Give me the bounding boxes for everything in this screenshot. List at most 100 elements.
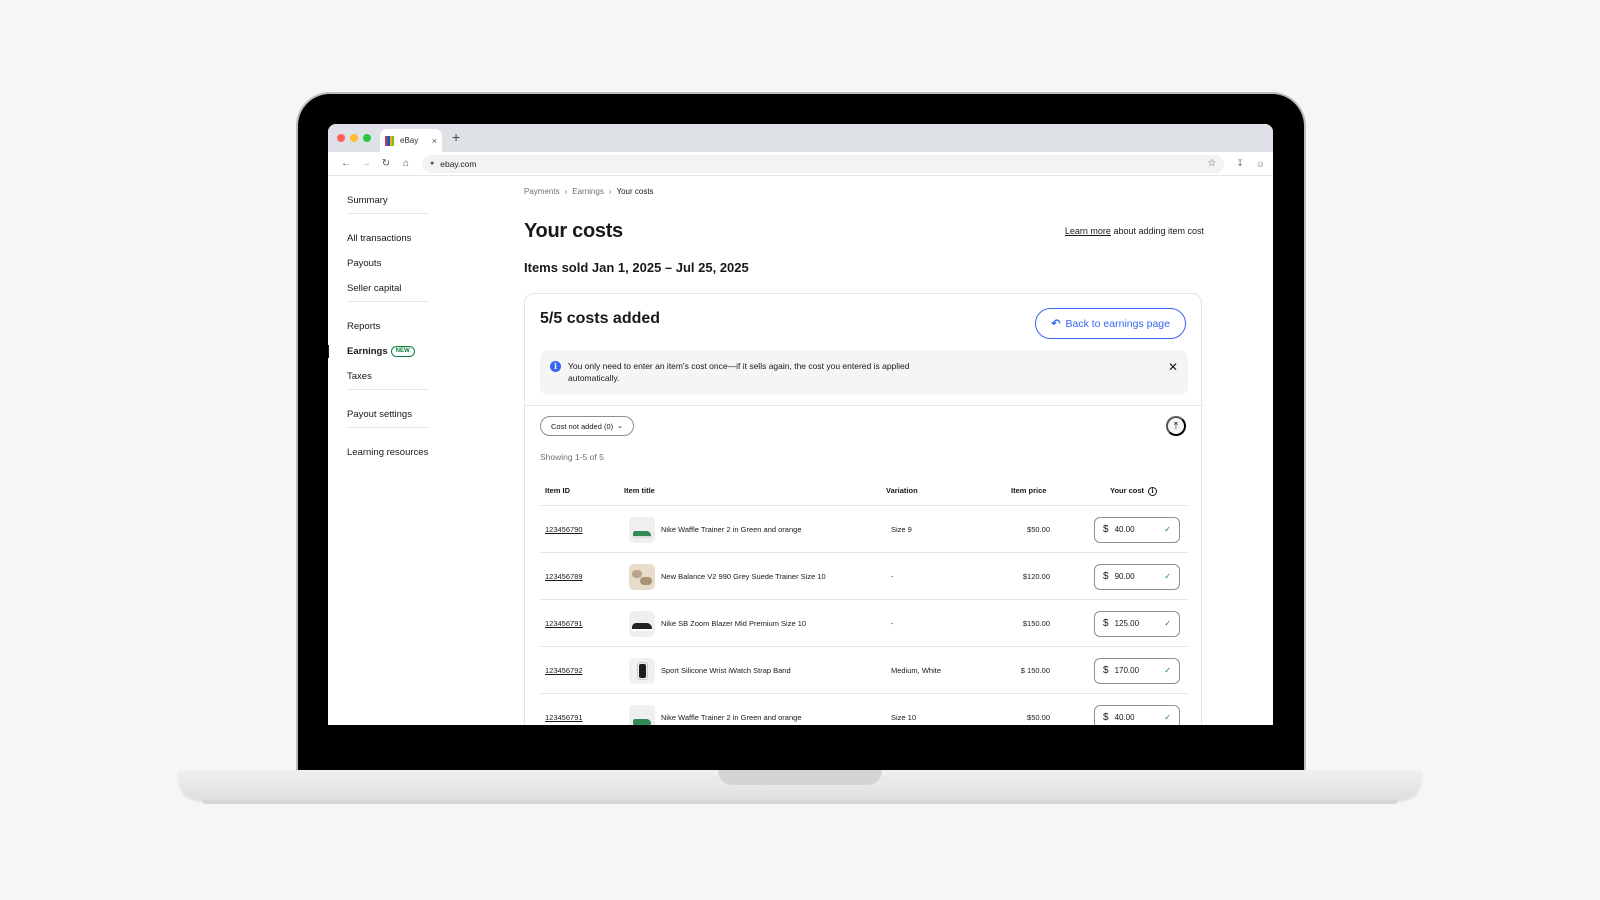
breadcrumb: Payments › Earnings › Your costs <box>524 187 654 196</box>
item-id-link[interactable]: 123456791 <box>545 694 583 725</box>
learn-more-link[interactable]: Learn more <box>1065 226 1111 236</box>
browser-addressbar: ← → ↻ ⌂ ● ebay.com ☆ ↧ ☺ <box>328 152 1273 176</box>
check-icon: ✓ <box>1164 619 1171 628</box>
costs-card: 5/5 costs added ↶ Back to earnings page … <box>524 293 1203 725</box>
home-icon[interactable]: ⌂ <box>396 158 416 169</box>
close-icon[interactable]: ✕ <box>1168 360 1178 374</box>
check-icon: ✓ <box>1164 572 1171 581</box>
cost-input[interactable]: $90.00 ✓ <box>1094 563 1180 590</box>
new-badge: NEW <box>390 345 415 357</box>
forward-arrow-icon[interactable]: → <box>356 158 376 169</box>
costs-added-title: 5/5 costs added <box>540 310 661 327</box>
url-text: ebay.com <box>440 158 477 169</box>
sidebar-item-payout-settings[interactable]: Payout settings <box>347 402 429 427</box>
currency-symbol: $ <box>1103 665 1109 676</box>
results-count: Showing 1-5 of 5 <box>540 452 604 462</box>
date-range-heading: Items sold Jan 1, 2025 – Jul 25, 2025 <box>524 260 749 275</box>
upload-icon[interactable]: ⤒ <box>1166 416 1186 436</box>
cost-input[interactable]: $170.00 ✓ <box>1094 657 1180 684</box>
green-sneaker-image <box>629 516 655 543</box>
sidebar-item-learning-resources[interactable]: Learning resources <box>347 440 429 465</box>
watch-strap-image <box>629 657 655 684</box>
item-thumbnail <box>629 694 655 725</box>
download-icon[interactable]: ↧ <box>1236 158 1244 169</box>
item-price: $120.00 <box>1022 572 1050 581</box>
reload-icon[interactable]: ↻ <box>376 158 396 169</box>
cost-input[interactable]: $40.00 ✓ <box>1094 516 1180 543</box>
item-id-link[interactable]: 123456789 <box>545 553 583 600</box>
card-divider <box>525 405 1203 406</box>
sidebar-item-seller-capital[interactable]: Seller capital <box>347 276 429 301</box>
lock-icon: ● <box>430 160 435 167</box>
chevron-right-icon: › <box>608 187 612 196</box>
item-variation: - <box>891 619 894 628</box>
laptop-notch <box>718 770 882 785</box>
page-title: Your costs <box>524 220 623 242</box>
bookmark-star-icon[interactable]: ☆ <box>1207 158 1216 169</box>
check-icon: ✓ <box>1164 713 1171 722</box>
sidebar-item-summary[interactable]: Summary <box>347 188 429 213</box>
page-content: Summary All transactions Payouts Seller … <box>328 176 1273 725</box>
item-thumbnail <box>629 553 655 600</box>
costs-table: Item ID Item title Variation Item price … <box>540 474 1188 725</box>
info-banner-text: You only need to enter an item's cost on… <box>568 361 910 383</box>
sidebar-group-4: Payout settings <box>347 402 429 428</box>
cost-not-added-filter[interactable]: Cost not added (0) ⌄ <box>540 416 634 436</box>
sidebar-group-5: Learning resources <box>347 440 429 465</box>
sidebar-item-payouts[interactable]: Payouts <box>347 251 429 276</box>
breadcrumb-payments[interactable]: Payments <box>524 187 560 196</box>
your-cost-cell: $40.00 ✓ <box>1094 694 1180 725</box>
back-arrow-icon[interactable]: ← <box>336 158 356 169</box>
your-cost-cell: $170.00 ✓ <box>1094 647 1180 694</box>
learn-more-text: Learn more about adding item cost <box>1065 226 1204 236</box>
cost-value: 170.00 <box>1114 666 1140 675</box>
info-circle-icon[interactable]: i <box>1148 486 1158 496</box>
header-item-title: Item title <box>624 486 655 495</box>
table-row: 123456791 Nike Waffle Trainer 2 in Green… <box>540 694 1188 725</box>
header-your-cost: Your cost i <box>1110 486 1158 496</box>
your-cost-cell: $125.00 ✓ <box>1094 600 1180 647</box>
item-title: Sport Silicone Wrist iWatch Strap Band <box>661 666 791 675</box>
sidebar-item-reports[interactable]: Reports <box>347 314 429 339</box>
item-price: $50.00 <box>1027 713 1050 722</box>
sidebar-item-earnings-label: Earnings <box>347 346 388 357</box>
item-variation: Medium, White <box>891 666 942 675</box>
back-to-earnings-button[interactable]: ↶ Back to earnings page <box>1035 308 1186 339</box>
cost-input[interactable]: $125.00 ✓ <box>1094 610 1180 637</box>
sidebar-item-earnings[interactable]: Earnings NEW <box>328 339 429 364</box>
sidebar-item-taxes[interactable]: Taxes <box>347 364 429 389</box>
currency-symbol: $ <box>1103 712 1109 723</box>
breadcrumb-current: Your costs <box>616 187 654 196</box>
browser-tab[interactable]: eBay × <box>380 129 442 152</box>
black-sneaker-image <box>629 610 655 637</box>
currency-symbol: $ <box>1103 571 1109 582</box>
maximize-window-icon[interactable] <box>363 134 371 142</box>
tab-close-icon[interactable]: × <box>432 136 437 146</box>
currency-symbol: $ <box>1103 618 1109 629</box>
item-id-link[interactable]: 123456792 <box>545 647 583 694</box>
item-variation: Size 9 <box>891 525 912 534</box>
cost-input[interactable]: $40.00 ✓ <box>1094 704 1180 725</box>
filter-label: Cost not added (0) <box>551 421 614 431</box>
breadcrumb-earnings[interactable]: Earnings <box>572 187 604 196</box>
browser-tab-title: eBay <box>400 136 419 145</box>
laptop-screen: eBay × + ← → ↻ ⌂ ● ebay.com ☆ ↧ ☺ Summar… <box>328 124 1273 725</box>
chevron-down-icon: ⌄ <box>617 423 623 430</box>
header-item-id: Item ID <box>545 486 571 495</box>
your-cost-cell: $40.00 ✓ <box>1094 506 1180 553</box>
chevron-right-icon: › <box>564 187 568 196</box>
item-price: $150.00 <box>1022 619 1050 628</box>
item-id-link[interactable]: 123456791 <box>545 600 583 647</box>
item-id-link[interactable]: 123456790 <box>545 506 583 553</box>
profile-icon[interactable]: ☺ <box>1256 159 1265 169</box>
undo-arrow-icon: ↶ <box>1051 318 1061 330</box>
new-tab-icon[interactable]: + <box>452 129 460 145</box>
item-title: Nike SB Zoom Blazer Mid Premium Size 10 <box>661 619 807 628</box>
minimize-window-icon[interactable] <box>350 134 358 142</box>
url-input[interactable]: ● ebay.com ☆ <box>422 154 1225 173</box>
item-variation: - <box>891 572 894 581</box>
sidebar-item-all-transactions[interactable]: All transactions <box>347 226 429 251</box>
currency-symbol: $ <box>1103 524 1109 535</box>
check-icon: ✓ <box>1164 666 1171 675</box>
close-window-icon[interactable] <box>337 134 345 142</box>
